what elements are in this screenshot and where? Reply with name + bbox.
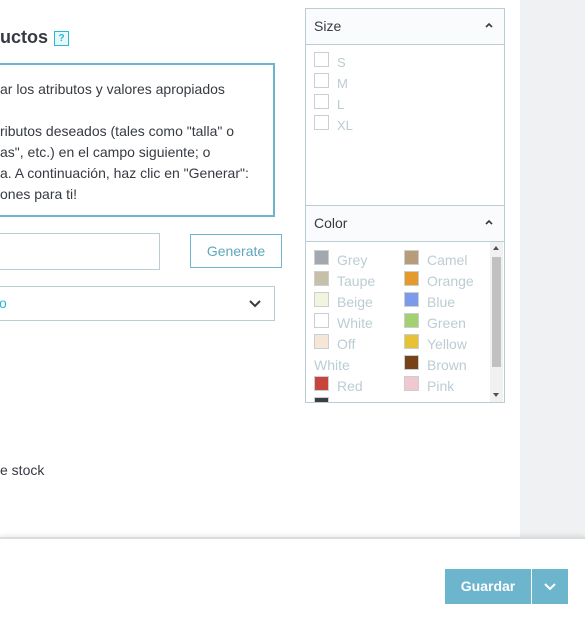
color-option[interactable]: Off — [314, 333, 404, 354]
color-list: Grey Taupe Beige White Off White Red Camel Oran… — [306, 242, 504, 402]
color-swatch[interactable] — [314, 313, 329, 328]
color-option[interactable]: Red — [314, 375, 404, 396]
color-swatch[interactable] — [404, 250, 419, 265]
color-option[interactable]: Beige — [314, 291, 404, 312]
size-label: L — [337, 97, 345, 112]
section-title: uctos? — [0, 27, 70, 48]
info-line: a. A continuación, haz clic en "Generar"… — [0, 165, 249, 181]
chevron-down-icon — [544, 583, 556, 591]
color-label: Blue — [427, 294, 456, 310]
chevron-up-icon[interactable] — [484, 21, 494, 29]
color-label: Green — [427, 315, 466, 331]
save-button[interactable]: Guardar — [445, 569, 531, 604]
chevron-down-icon — [249, 300, 261, 308]
size-option-m[interactable]: M — [314, 72, 504, 93]
color-option[interactable]: Taupe — [314, 270, 404, 291]
page-gutter — [520, 0, 585, 537]
color-label: Grey — [337, 252, 368, 268]
color-swatch[interactable] — [404, 355, 419, 370]
combination-select[interactable]: o — [0, 286, 275, 321]
color-label: Camel — [427, 252, 468, 268]
size-option-xl[interactable]: XL — [314, 114, 504, 135]
color-panel: Color Grey Taupe Beige White Off White Red Cam… — [305, 205, 505, 403]
color-panel-header[interactable]: Color — [306, 206, 504, 242]
size-list: S M L XL — [306, 45, 504, 135]
info-box: ar los atributos y valores apropiados ri… — [0, 63, 275, 217]
size-label: S — [337, 55, 346, 70]
color-swatch[interactable] — [314, 376, 329, 391]
size-option-l[interactable]: L — [314, 93, 504, 114]
size-label: XL — [337, 118, 353, 133]
color-column-right: Camel Orange Blue Green Yellow Brown Pink — [404, 249, 494, 396]
size-panel-header[interactable]: Size — [306, 9, 504, 45]
color-swatch[interactable] — [314, 334, 329, 349]
save-options-toggle[interactable] — [532, 569, 568, 604]
color-option[interactable]: White — [314, 312, 404, 333]
color-label: Off — [337, 336, 356, 352]
color-option[interactable]: Orange — [404, 270, 494, 291]
color-option[interactable]: Green — [404, 312, 494, 333]
footer-bar: Guardar — [0, 537, 585, 617]
color-swatch[interactable] — [404, 376, 419, 391]
color-label: Brown — [427, 357, 467, 373]
color-list-scrollbar[interactable] — [490, 242, 503, 402]
color-option[interactable]: White — [314, 354, 404, 375]
stock-label: e stock — [0, 462, 45, 478]
size-panel-title: Size — [314, 18, 342, 34]
color-label: White — [337, 315, 373, 331]
info-line: ar los atributos y valores apropiados — [0, 81, 225, 97]
checkbox[interactable] — [314, 73, 329, 88]
color-label: Pink — [427, 378, 455, 394]
checkbox[interactable] — [314, 115, 329, 130]
color-swatch[interactable] — [314, 250, 329, 265]
scroll-up-arrow-icon[interactable] — [493, 246, 499, 250]
size-label: M — [337, 76, 348, 91]
help-icon[interactable]: ? — [54, 31, 70, 46]
color-label: Taupe — [337, 273, 376, 289]
color-swatch[interactable] — [314, 397, 329, 402]
select-value: o — [0, 295, 7, 311]
info-line: as", etc.) en el campo siguiente; o — [0, 144, 211, 160]
color-swatch[interactable] — [404, 334, 419, 349]
color-option[interactable]: Grey — [314, 249, 404, 270]
color-swatch[interactable] — [404, 271, 419, 286]
color-label: Orange — [427, 273, 474, 289]
generate-button[interactable]: Generate — [190, 234, 282, 268]
color-label: White — [314, 357, 350, 373]
color-option[interactable]: Blue — [404, 291, 494, 312]
section-title-text: uctos — [0, 27, 49, 47]
color-option[interactable]: Brown — [404, 354, 494, 375]
attributes-input[interactable] — [0, 233, 160, 270]
chevron-up-icon[interactable] — [484, 218, 494, 226]
color-column-left: Grey Taupe Beige White Off White Red — [314, 249, 404, 402]
size-panel: Size S M L XL — [305, 8, 505, 206]
info-line: ones para ti! — [0, 186, 78, 202]
color-label: Yellow — [427, 336, 467, 352]
color-label: Red — [337, 378, 363, 394]
color-option[interactable]: Yellow — [404, 333, 494, 354]
color-option[interactable]: Camel — [404, 249, 494, 270]
checkbox[interactable] — [314, 94, 329, 109]
color-swatch[interactable] — [314, 271, 329, 286]
color-option[interactable] — [314, 396, 404, 402]
scrollbar-thumb[interactable] — [492, 257, 501, 367]
color-swatch[interactable] — [404, 313, 419, 328]
size-option-s[interactable]: S — [314, 51, 504, 72]
color-panel-title: Color — [314, 215, 348, 231]
color-label: Beige — [337, 294, 373, 310]
checkbox[interactable] — [314, 52, 329, 67]
color-swatch[interactable] — [404, 292, 419, 307]
color-swatch[interactable] — [314, 292, 329, 307]
info-line: ributos deseados (tales como "talla" o — [0, 123, 235, 139]
scroll-down-arrow-icon[interactable] — [493, 393, 499, 397]
color-option[interactable]: Pink — [404, 375, 494, 396]
